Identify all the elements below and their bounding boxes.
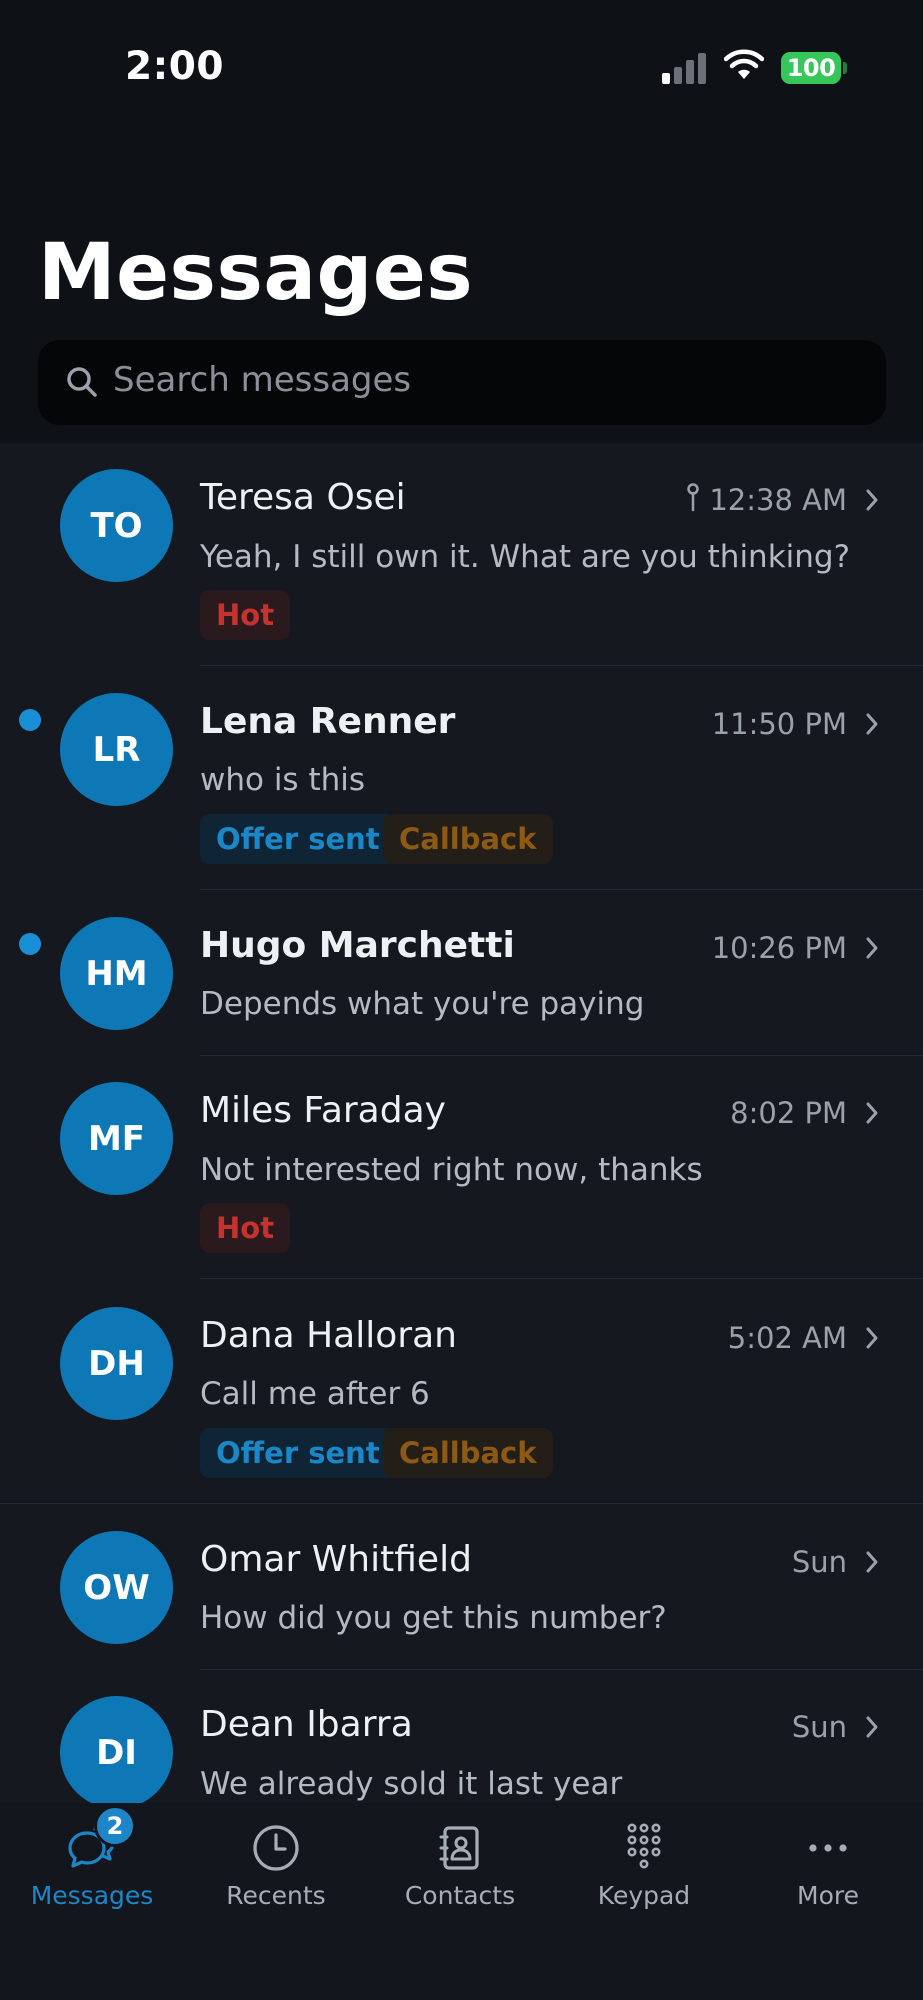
tag-callback: Callback	[383, 814, 553, 864]
contact-book-icon	[439, 1826, 479, 1870]
message-preview: Yeah, I still own it. What are you think…	[200, 539, 851, 575]
conversation-row[interactable]: OW Omar Whitfield Sun How did you get th…	[0, 1504, 923, 1670]
conversation-list[interactable]: TO Teresa Osei 12:38 AM Yeah, I still ow…	[0, 443, 923, 1803]
chevron-right-icon	[866, 489, 878, 511]
tag-hot: Hot	[200, 1203, 291, 1253]
contact-name: Dean Ibarra	[200, 1704, 413, 1745]
message-preview: who is this	[200, 762, 366, 798]
contact-name: Omar Whitfield	[200, 1539, 472, 1580]
search-input[interactable]: Search messages	[113, 360, 411, 400]
pin-icon	[687, 483, 699, 512]
tab-label: Recents	[226, 1881, 326, 1910]
chevron-right-icon	[866, 1551, 878, 1573]
tab-recents[interactable]: Recents	[186, 1803, 366, 1923]
tab-label: Contacts	[404, 1881, 516, 1910]
tab-label: Messages	[30, 1881, 154, 1910]
message-preview: How did you get this number?	[200, 1600, 667, 1636]
message-preview: Call me after 6	[200, 1376, 430, 1412]
conversation-row[interactable]: DI Dean Ibarra Sun We already sold it la…	[0, 1670, 923, 1803]
tag-offer-sent: Offer sent	[200, 1428, 396, 1478]
tag-offer-sent: Offer sent	[200, 814, 396, 864]
message-time: Sun	[791, 1710, 847, 1744]
unread-indicator	[19, 709, 41, 731]
clock-icon	[253, 1825, 299, 1871]
conversation-row[interactable]: TO Teresa Osei 12:38 AM Yeah, I still ow…	[0, 443, 923, 666]
search-icon	[67, 367, 97, 397]
chevron-right-icon	[866, 1716, 878, 1738]
tab-keypad[interactable]: Keypad	[554, 1803, 734, 1923]
status-time: 2:00	[125, 44, 225, 89]
avatar: HM	[60, 917, 173, 1030]
tab-bar: 2 Messages Recents Contacts Keypad More	[0, 1803, 923, 2000]
unread-indicator	[19, 933, 41, 955]
avatar: OW	[60, 1531, 173, 1644]
avatar: DI	[60, 1696, 173, 1803]
tab-label: Keypad	[597, 1881, 691, 1910]
avatar: LR	[60, 693, 173, 806]
chevron-right-icon	[866, 1327, 878, 1349]
chevron-right-icon	[866, 713, 878, 735]
message-time: 12:38 AM	[709, 483, 847, 517]
conversation-row[interactable]: HM Hugo Marchetti 10:26 PM Depends what …	[0, 890, 923, 1056]
tag-callback: Callback	[383, 1428, 553, 1478]
tab-more[interactable]: More	[738, 1803, 918, 1923]
chevron-right-icon	[866, 937, 878, 959]
tab-messages[interactable]: 2 Messages	[2, 1803, 182, 1923]
message-time: 10:26 PM	[711, 931, 847, 965]
conversation-row[interactable]: LR Lena Renner 11:50 PM who is this Offe…	[0, 666, 923, 890]
contact-name: Dana Halloran	[200, 1315, 457, 1356]
message-time: Sun	[791, 1545, 847, 1579]
header-area: 2:00 100 Messages Search messages	[0, 0, 923, 443]
status-bar: 2:00 100	[0, 0, 923, 140]
message-preview: Depends what you're paying	[200, 986, 645, 1022]
ellipsis-icon	[809, 1844, 847, 1852]
conversation-row[interactable]: MF Miles Faraday 8:02 PM Not interested …	[0, 1056, 923, 1279]
avatar: MF	[60, 1082, 173, 1195]
tab-label: More	[797, 1881, 859, 1910]
battery-icon: 100	[781, 52, 841, 84]
search-bar[interactable]: Search messages	[38, 340, 886, 425]
keypad-icon	[627, 1823, 661, 1869]
unread-badge: 2	[94, 1805, 136, 1847]
tag-hot: Hot	[200, 590, 291, 640]
message-time: 11:50 PM	[711, 707, 847, 741]
message-time: 8:02 PM	[730, 1096, 847, 1130]
contact-name: Miles Faraday	[200, 1090, 446, 1131]
avatar: DH	[60, 1307, 173, 1420]
message-time: 5:02 AM	[727, 1321, 847, 1355]
battery-tip	[843, 62, 847, 74]
message-preview: Not interested right now, thanks	[200, 1152, 703, 1188]
page-title: Messages	[38, 228, 474, 318]
chevron-right-icon	[866, 1102, 878, 1124]
wifi-icon	[724, 49, 764, 79]
avatar: TO	[60, 469, 173, 582]
contact-name: Lena Renner	[200, 701, 456, 742]
conversation-row[interactable]: DH Dana Halloran 5:02 AM Call me after 6…	[0, 1280, 923, 1504]
contact-name: Teresa Osei	[200, 477, 406, 518]
cellular-signal-icon	[662, 52, 708, 84]
message-preview: We already sold it last year	[200, 1766, 623, 1802]
row-divider	[200, 1278, 923, 1279]
contact-name: Hugo Marchetti	[200, 925, 515, 966]
tab-contacts[interactable]: Contacts	[370, 1803, 550, 1923]
